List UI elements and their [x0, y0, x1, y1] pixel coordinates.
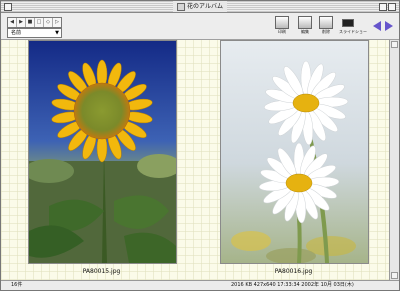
thumbnail-area: PA80015.jpg PA80016.jpg — [1, 40, 390, 280]
view-button-1[interactable]: ◀ — [8, 18, 17, 27]
item-count: 16件 — [11, 282, 23, 288]
zoom-box[interactable] — [379, 3, 387, 11]
sort-popup[interactable]: 名前 ▼ — [7, 28, 62, 38]
edit-button[interactable]: 編集 — [296, 16, 314, 35]
photo-sunflower[interactable] — [28, 40, 177, 264]
print-button[interactable]: 印刷 — [273, 16, 291, 35]
view-button-3[interactable]: ■ — [26, 18, 35, 27]
delete-button[interactable]: 削除 — [317, 16, 335, 35]
previous-arrow-icon[interactable] — [373, 21, 381, 31]
trash-icon — [319, 16, 333, 29]
slideshow-icon — [342, 19, 354, 27]
view-button-2[interactable]: ▶ — [17, 18, 26, 27]
vertical-scrollbar[interactable] — [389, 40, 399, 280]
title-bar[interactable]: 花のアルバム — [1, 1, 399, 13]
view-button-4[interactable]: □ — [35, 18, 44, 27]
chevron-down-icon: ▼ — [55, 30, 59, 36]
printer-icon — [275, 16, 289, 29]
status-bar: 16件 2016 KB 427x640 17:33:34 2002年 10月 0… — [1, 280, 399, 290]
window-title: 花のアルバム — [173, 1, 227, 12]
next-arrow-icon[interactable] — [385, 21, 393, 31]
close-box[interactable] — [4, 3, 12, 11]
file-info: 2016 KB 427x640 17:33:34 2002年 10月 03日(木… — [231, 282, 354, 288]
collapse-box[interactable] — [388, 3, 396, 11]
view-button-5[interactable]: ◇ — [44, 18, 53, 27]
folder-icon — [177, 2, 186, 11]
photo-caption-2: PA80016.jpg — [274, 268, 313, 275]
toolbar: ◀ ▶ ■ □ ◇ ▷ 名前 ▼ 印刷 編集 削除 スライドショー — [1, 13, 399, 40]
edit-icon — [298, 16, 312, 29]
photo-daisies[interactable] — [220, 40, 369, 264]
photo-caption-1: PA80015.jpg — [82, 268, 121, 275]
album-window: 花のアルバム ◀ ▶ ■ □ ◇ ▷ 名前 ▼ 印刷 編集 削除 スライドショー… — [0, 0, 400, 291]
page-navigation — [373, 21, 393, 31]
scroll-up-arrow[interactable] — [391, 41, 398, 48]
view-button-group: ◀ ▶ ■ □ ◇ ▷ — [7, 17, 62, 28]
scroll-down-arrow[interactable] — [391, 272, 398, 279]
view-button-6[interactable]: ▷ — [53, 18, 61, 27]
slideshow-button[interactable]: スライドショー — [339, 16, 367, 35]
